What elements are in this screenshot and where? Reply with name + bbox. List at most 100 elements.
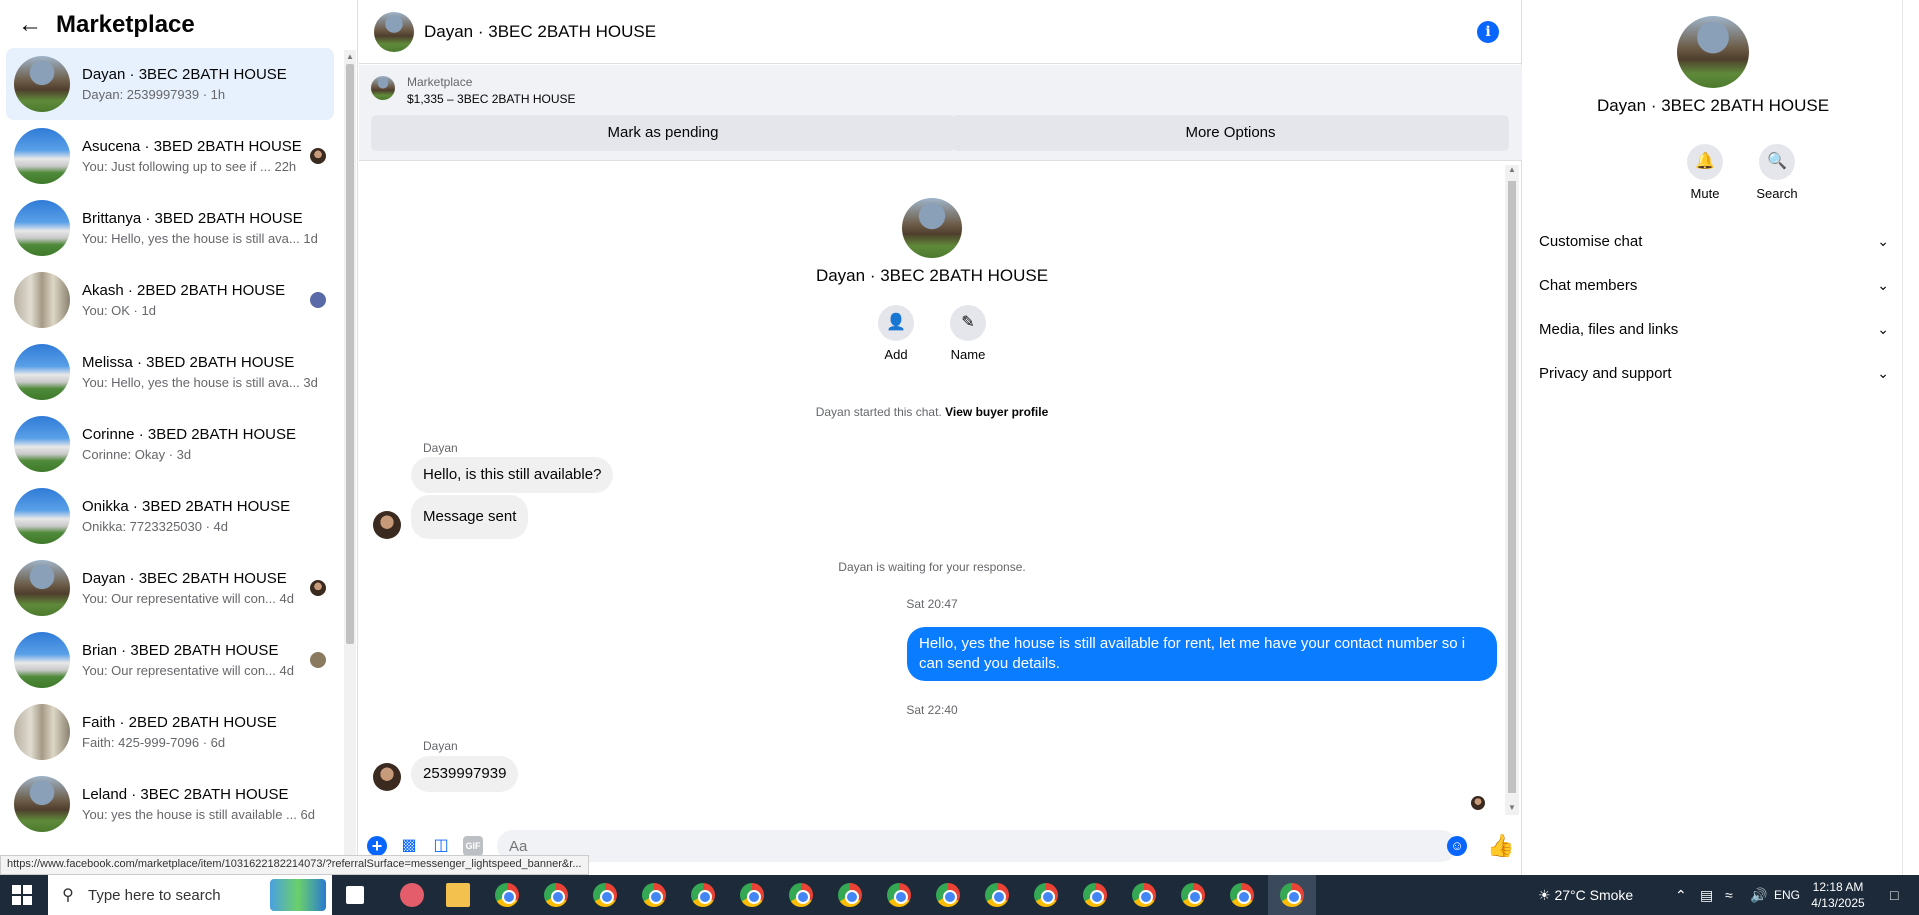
image-icon[interactable]: ▩ — [399, 836, 419, 856]
seen-avatar — [310, 148, 326, 164]
outgoing-message[interactable]: Hello, yes the house is still available … — [907, 627, 1497, 681]
mute-action[interactable]: 🔔 Mute — [1675, 144, 1735, 201]
plus-icon[interactable]: + — [367, 836, 387, 856]
chrome-icon[interactable] — [691, 883, 715, 907]
weather-widget[interactable]: ☀ 27°C Smoke — [1538, 875, 1633, 915]
search-icon[interactable]: 🔍 — [1759, 144, 1795, 180]
gif-icon[interactable]: GIF — [463, 836, 483, 856]
volume-icon[interactable]: 🔊 — [1750, 875, 1767, 915]
chat-started-notice: Dayan started this chat. View buyer prof… — [359, 405, 1505, 419]
message-input[interactable] — [497, 830, 1457, 862]
incoming-message[interactable]: 2539997939 — [411, 756, 519, 792]
listing-thumbnail — [14, 200, 70, 256]
bell-icon[interactable]: 🔔 — [1687, 144, 1723, 180]
chat-panel: Dayan · 3BEC 2BATH HOUSE i Marketplace $… — [359, 0, 1522, 875]
accordion-media-files-links[interactable]: Media, files and links ⌄ — [1539, 309, 1897, 349]
conversation-item[interactable]: Faith · 2BED 2BATH HOUSE Faith: 425-999-7… — [6, 696, 334, 768]
conversation-item[interactable]: Dayan · 3BEC 2BATH HOUSE Dayan: 253999793… — [6, 48, 334, 120]
windows-start-icon[interactable] — [12, 885, 32, 905]
taskbar-search[interactable]: ⚲ Type here to search — [48, 875, 332, 915]
profile-avatar[interactable] — [1677, 16, 1749, 88]
conversation-preview: Faith: 425-999-7096 · 6d — [82, 735, 226, 750]
chat-avatar[interactable] — [374, 11, 414, 52]
scrollbar-thumb[interactable] — [1508, 181, 1516, 793]
listing-thumbnail — [14, 344, 70, 400]
chrome-icon[interactable] — [789, 883, 813, 907]
chrome-icon[interactable] — [838, 883, 862, 907]
chrome-icon[interactable] — [1132, 883, 1156, 907]
mark-as-pending-button[interactable]: Mark as pending — [371, 115, 955, 151]
chrome-icon[interactable] — [495, 883, 519, 907]
conversation-preview: You: Just following up to see if ... 22h — [82, 159, 297, 174]
add-action[interactable]: 👤 Add — [866, 305, 926, 362]
chrome-icon[interactable] — [740, 883, 764, 907]
file-explorer-icon[interactable] — [446, 883, 470, 907]
seen-avatar — [310, 652, 326, 668]
accordion-customise-chat[interactable]: Customise chat ⌄ — [1539, 221, 1897, 261]
chrome-icon[interactable] — [1083, 883, 1107, 907]
sidebar-scrollbar[interactable]: ▲ — [344, 50, 356, 870]
network-icon[interactable]: ▤ — [1700, 875, 1713, 915]
page-scrollbar[interactable] — [1902, 0, 1919, 875]
chrome-icon[interactable] — [593, 883, 617, 907]
scrollbar-thumb[interactable] — [346, 64, 354, 644]
notification-icon[interactable]: □ — [1890, 875, 1898, 915]
language-indicator[interactable]: ENG — [1774, 875, 1800, 915]
chrome-icon[interactable] — [1181, 883, 1205, 907]
conversation-preview: Dayan: 2539997939 · 1h — [82, 87, 226, 102]
sticker-icon[interactable]: ◫ — [431, 836, 451, 856]
conversation-preview: You: yes the house is still available ..… — [82, 807, 315, 822]
listing-price-title[interactable]: $1,335 – 3BEC 2BATH HOUSE — [407, 92, 576, 106]
conversation-item[interactable]: Brittanya · 3BED 2BATH HOUSE You: Hello, … — [6, 192, 334, 264]
search-action[interactable]: 🔍 Search — [1747, 144, 1807, 201]
sender-avatar[interactable] — [373, 763, 401, 791]
system-clock[interactable]: 12:18 AM 4/13/2025 — [1805, 879, 1871, 911]
add-person-icon[interactable]: 👤 — [878, 305, 914, 341]
accordion-chat-members[interactable]: Chat members ⌄ — [1539, 265, 1897, 305]
accordion-privacy-support[interactable]: Privacy and support ⌄ — [1539, 353, 1897, 393]
chrome-icon[interactable] — [642, 883, 666, 907]
chrome-icon[interactable] — [544, 883, 568, 907]
conversation-item[interactable]: Onikka · 3BED 2BATH HOUSE Onikka: 7723325… — [6, 480, 334, 552]
incoming-message[interactable]: Message sent — [411, 495, 529, 539]
more-options-button[interactable]: More Options — [952, 115, 1509, 151]
messenger-app: ← Marketplace Dayan · 3BEC 2BATH HOUSE Da… — [0, 0, 1919, 875]
chat-title[interactable]: Dayan · 3BEC 2BATH HOUSE — [424, 22, 656, 42]
conversation-item[interactable]: Leland · 3BEC 2BATH HOUSE You: yes the ho… — [6, 768, 334, 840]
task-view-icon[interactable] — [346, 886, 364, 904]
name-action[interactable]: ✎ Name — [938, 305, 998, 362]
conversation-item[interactable]: Brian · 3BED 2BATH HOUSE You: Our represe… — [6, 624, 334, 696]
chat-scrollbar[interactable]: ▲ ▼ — [1505, 165, 1519, 815]
pencil-icon[interactable]: ✎ — [950, 305, 986, 341]
sender-name: Dayan — [423, 441, 458, 455]
scroll-up-icon[interactable]: ▲ — [344, 52, 356, 61]
info-icon[interactable]: i — [1477, 21, 1499, 43]
scroll-up-icon[interactable]: ▲ — [1505, 165, 1519, 174]
scroll-down-icon[interactable]: ▼ — [1505, 803, 1519, 812]
wifi-icon[interactable]: ≈ — [1725, 875, 1733, 915]
back-arrow-icon[interactable]: ← — [18, 11, 50, 39]
conversation-title: Melissa · 3BED 2BATH HOUSE — [82, 354, 295, 371]
conversation-item[interactable]: Dayan · 3BEC 2BATH HOUSE You: Our represe… — [6, 552, 334, 624]
app-icon[interactable] — [400, 883, 424, 907]
conversation-item[interactable]: Akash · 2BED 2BATH HOUSE You: OK · 1d — [6, 264, 334, 336]
listing-thumbnail — [14, 560, 70, 616]
incoming-message[interactable]: Hello, is this still available? — [411, 457, 614, 493]
chrome-icon[interactable] — [1034, 883, 1058, 907]
chevron-up-icon[interactable]: ⌃ — [1675, 875, 1687, 915]
conversation-item[interactable]: Melissa · 3BED 2BATH HOUSE You: Hello, ye… — [6, 336, 334, 408]
clock-time: 12:18 AM — [1812, 880, 1864, 894]
chrome-icon[interactable] — [985, 883, 1009, 907]
thumbs-up-icon[interactable]: 👍 — [1487, 833, 1514, 859]
listing-thumbnail — [371, 76, 395, 100]
chrome-icon[interactable] — [1280, 883, 1304, 907]
chrome-icon[interactable] — [887, 883, 911, 907]
conversation-item[interactable]: Corinne · 3BED 2BATH HOUSE Corinne: Okay … — [6, 408, 334, 480]
chrome-icon[interactable] — [1230, 883, 1254, 907]
conversation-item[interactable]: Asucena · 3BED 2BATH HOUSE You: Just foll… — [6, 120, 334, 192]
sender-avatar[interactable] — [373, 511, 401, 539]
chrome-icon[interactable] — [936, 883, 960, 907]
view-buyer-profile-link[interactable]: View buyer profile — [945, 405, 1048, 419]
profile-avatar[interactable] — [902, 198, 962, 258]
emoji-icon[interactable]: ☺ — [1447, 836, 1467, 856]
